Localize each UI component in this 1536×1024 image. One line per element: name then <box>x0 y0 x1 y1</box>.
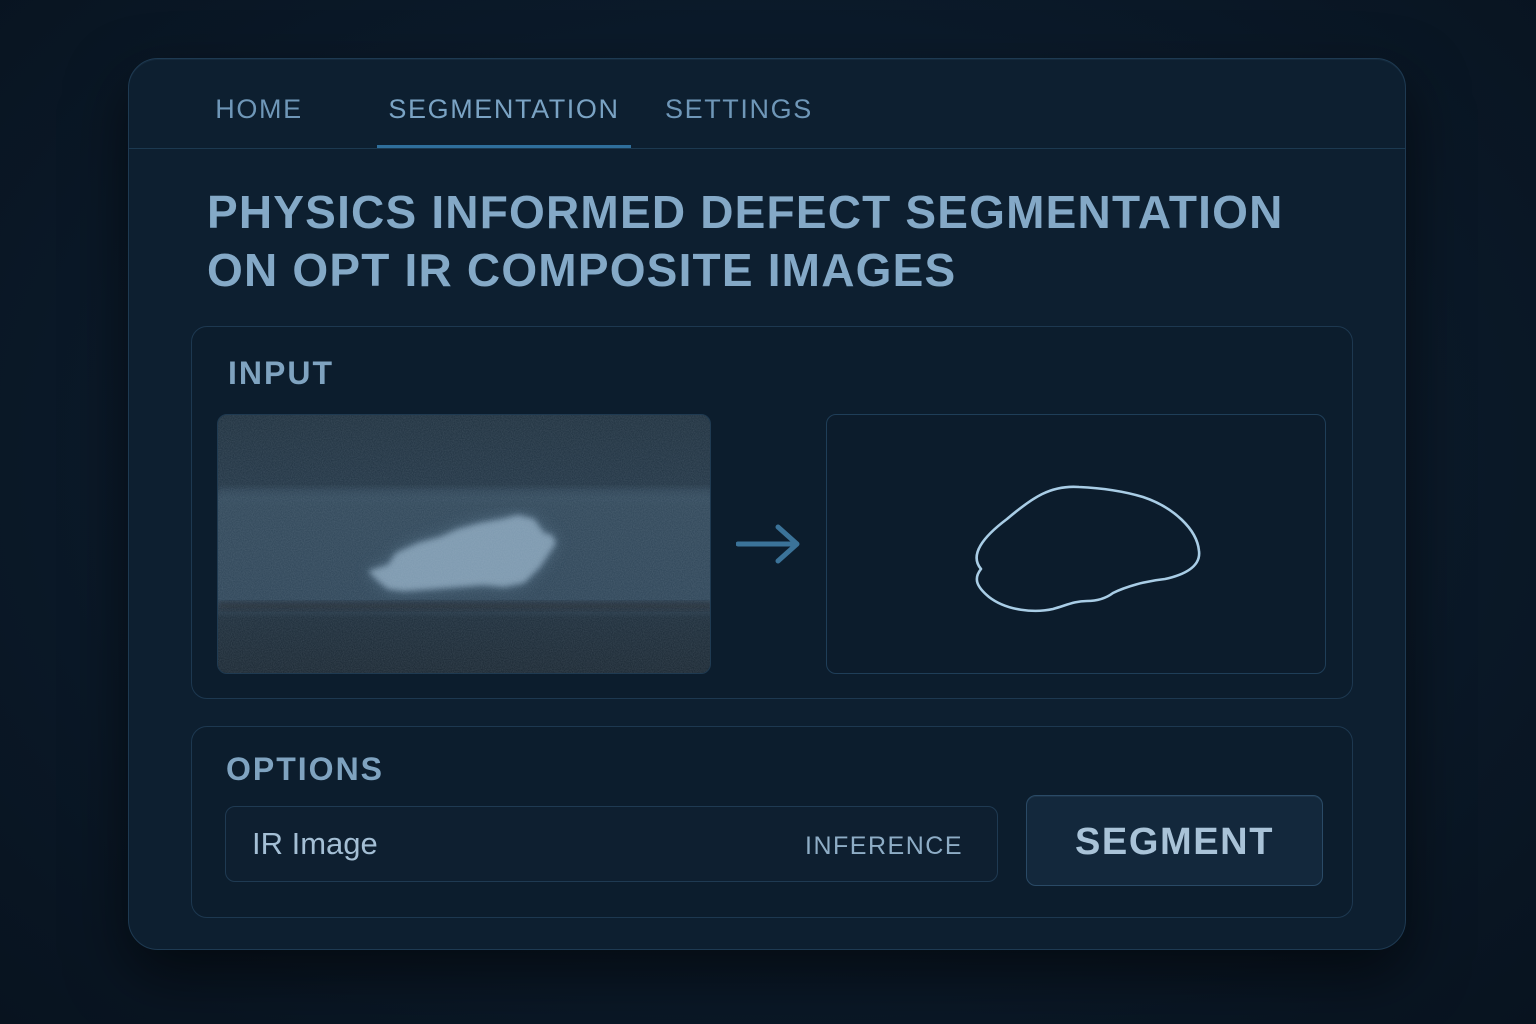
input-panel: INPUT <box>191 326 1353 699</box>
input-panel-label: INPUT <box>228 355 334 391</box>
image-source-value: IR Image <box>252 826 378 861</box>
ir-input-image[interactable] <box>217 414 711 674</box>
arrow-right-icon <box>736 524 800 564</box>
page-title-line-2: ON OPT IR COMPOSITE IMAGES <box>207 244 957 296</box>
segmentation-output[interactable] <box>826 414 1326 674</box>
tab-segmentation[interactable]: SEGMENTATION <box>377 59 631 149</box>
tab-settings[interactable]: SETTINGS <box>665 59 811 149</box>
ir-image-graphic <box>218 415 710 673</box>
page-title-line-1: PHYSICS INFORMED DEFECT SEGMENTATION <box>207 186 1284 238</box>
active-tab-indicator <box>377 145 631 148</box>
defect-contour-outline <box>975 485 1201 613</box>
options-panel: OPTIONS IR Image INFERENCE SEGMENT <box>191 726 1353 918</box>
options-panel-label: OPTIONS <box>226 751 385 787</box>
mode-badge: INFERENCE <box>805 832 963 860</box>
app-window: HOME SEGMENTATION SETTINGS PHYSICS INFOR… <box>128 58 1406 950</box>
tab-home[interactable]: HOME <box>213 59 305 149</box>
tab-bar: HOME SEGMENTATION SETTINGS <box>129 59 1405 149</box>
page-title: PHYSICS INFORMED DEFECT SEGMENTATION ON … <box>207 183 1327 299</box>
segment-button[interactable]: SEGMENT <box>1026 795 1323 886</box>
image-source-field[interactable]: IR Image INFERENCE <box>225 806 998 882</box>
